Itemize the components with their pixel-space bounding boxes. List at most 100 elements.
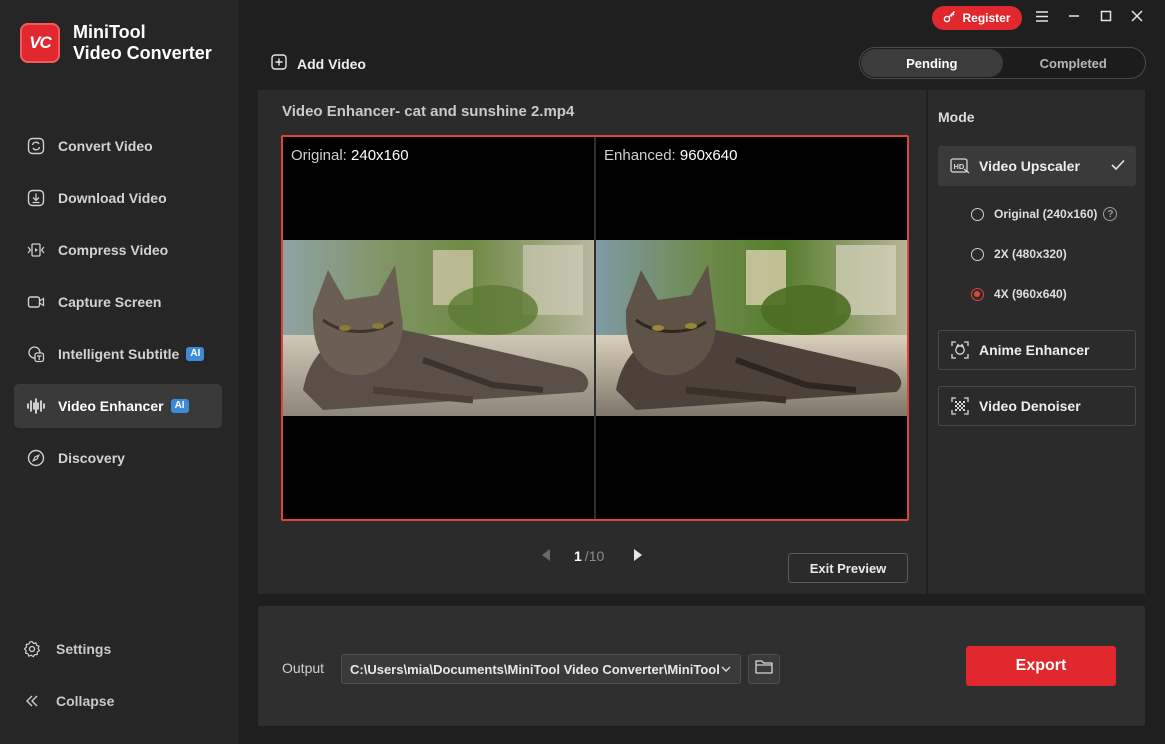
- radio-2x[interactable]: 2X (480x320): [971, 247, 1067, 261]
- radio-4x[interactable]: 4X (960x640): [971, 287, 1067, 301]
- maximize-icon: [1100, 9, 1112, 27]
- minimize-icon: [1068, 9, 1080, 27]
- anime-enhancer-label: Anime Enhancer: [979, 342, 1090, 358]
- close-icon: [1131, 9, 1143, 27]
- anime-enhancer-option[interactable]: Anime Enhancer: [938, 330, 1136, 370]
- close-button[interactable]: [1125, 6, 1149, 30]
- sidebar-item-label: Intelligent Subtitle: [58, 346, 180, 362]
- original-pane: Original: 240x160: [283, 137, 594, 519]
- output-path-select[interactable]: C:\Users\mia\Documents\MiniTool Video Co…: [341, 654, 741, 684]
- folder-icon: [755, 659, 773, 679]
- next-page-button[interactable]: [634, 548, 643, 564]
- prev-page-button[interactable]: [542, 548, 550, 564]
- maximize-button[interactable]: [1094, 6, 1118, 30]
- browse-folder-button[interactable]: [748, 654, 780, 684]
- gear-icon: [22, 639, 42, 659]
- checkmark-icon: [1111, 158, 1125, 174]
- ai-badge: AI: [170, 399, 189, 413]
- sidebar-item-label: Download Video: [58, 190, 167, 206]
- sidebar-item-label: Capture Screen: [58, 294, 162, 310]
- menu-button[interactable]: [1030, 6, 1054, 30]
- enhanced-prefix: Enhanced:: [604, 147, 680, 164]
- pager: 1 / 10: [542, 548, 643, 564]
- enhanced-frame-image: [596, 240, 907, 416]
- original-label: Original: 240x160: [291, 147, 409, 164]
- export-button[interactable]: Export: [966, 646, 1116, 686]
- minimize-button[interactable]: [1062, 6, 1086, 30]
- radio-label: Original (240x160): [994, 207, 1098, 221]
- sidebar-item-video-enhancer[interactable]: Video Enhancer AI: [14, 384, 222, 428]
- app-name-line1: MiniTool: [73, 22, 146, 42]
- sidebar-nav: Convert Video Download Video Compress Vi…: [14, 124, 222, 488]
- logo-icon: VC: [20, 23, 60, 63]
- collapse-button[interactable]: Collapse: [22, 691, 222, 711]
- compass-icon: [26, 448, 46, 468]
- app-logo: VC MiniTool Video Converter: [20, 22, 212, 64]
- page-title: Video Enhancer- cat and sunshine 2.mp4: [282, 103, 575, 120]
- sidebar-item-compress-video[interactable]: Compress Video: [14, 228, 222, 272]
- radio-button[interactable]: [971, 247, 984, 261]
- help-icon[interactable]: ?: [1103, 207, 1118, 221]
- status-tabs: Pending Completed: [859, 47, 1146, 79]
- settings-button[interactable]: Settings: [22, 639, 222, 659]
- collapse-label: Collapse: [56, 693, 115, 709]
- comparison-preview: Original: 240x160 Enhanced: 960x640: [281, 135, 909, 521]
- video-upscaler-label: Video Upscaler: [979, 158, 1080, 174]
- waveform-icon: [26, 396, 46, 416]
- radio-button-selected[interactable]: [971, 287, 984, 301]
- sidebar-item-discovery[interactable]: Discovery: [14, 436, 222, 480]
- output-label: Output: [282, 660, 325, 676]
- output-bar: Output C:\Users\mia\Documents\MiniTool V…: [258, 606, 1145, 726]
- svg-text:HD: HD: [954, 162, 965, 171]
- triangle-right-icon: [634, 549, 643, 561]
- download-icon: [26, 188, 46, 208]
- chevron-down-icon: [720, 663, 732, 678]
- settings-label: Settings: [56, 641, 112, 657]
- radio-label: 2X (480x320): [994, 247, 1067, 261]
- sidebar-item-label: Convert Video: [58, 138, 153, 154]
- app-name: MiniTool Video Converter: [73, 22, 212, 64]
- plus-square-icon: [271, 54, 287, 73]
- enhanced-resolution: 960x640: [679, 147, 738, 164]
- video-denoiser-option[interactable]: Video Denoiser: [938, 386, 1136, 426]
- convert-icon: [26, 136, 46, 156]
- ai-badge: AI: [186, 347, 205, 361]
- sidebar-item-capture-screen[interactable]: Capture Screen: [14, 280, 222, 324]
- tab-pending[interactable]: Pending: [861, 49, 1003, 77]
- compress-icon: [26, 240, 46, 260]
- exit-preview-button[interactable]: Exit Preview: [788, 553, 908, 583]
- sidebar-item-download-video[interactable]: Download Video: [14, 176, 222, 220]
- enhanced-pane: Enhanced: 960x640: [596, 137, 907, 519]
- tab-completed[interactable]: Completed: [1003, 49, 1145, 77]
- radio-original[interactable]: Original (240x160) ?: [971, 207, 1118, 221]
- radio-button[interactable]: [971, 207, 984, 221]
- sidebar-item-label: Discovery: [58, 450, 125, 466]
- video-upscaler-option[interactable]: HD Video Upscaler: [938, 146, 1136, 186]
- anime-icon: [950, 340, 970, 360]
- sidebar-item-convert-video[interactable]: Convert Video: [14, 124, 222, 168]
- preview-panel: Video Enhancer- cat and sunshine 2.mp4 O…: [258, 90, 926, 594]
- output-path-value: C:\Users\mia\Documents\MiniTool Video Co…: [350, 661, 720, 677]
- register-button[interactable]: Register: [932, 6, 1022, 30]
- noise-icon: [950, 396, 970, 416]
- mode-panel: Mode HD Video Upscaler Original (240x160…: [928, 90, 1145, 594]
- mode-title: Mode: [938, 109, 975, 125]
- app-name-line2: Video Converter: [73, 43, 212, 63]
- triangle-left-icon: [542, 549, 550, 561]
- add-video-button[interactable]: Add Video: [271, 54, 366, 73]
- enhanced-label: Enhanced: 960x640: [604, 147, 737, 164]
- key-icon: [943, 10, 956, 26]
- sidebar: VC MiniTool Video Converter Convert Vide…: [0, 0, 238, 744]
- hd-icon: HD: [950, 156, 970, 176]
- subtitle-icon: [26, 344, 46, 364]
- current-page: 1: [574, 548, 582, 564]
- camera-icon: [26, 292, 46, 312]
- sidebar-item-label: Video Enhancer: [58, 398, 164, 414]
- total-pages: 10: [588, 548, 605, 564]
- sidebar-item-label: Compress Video: [58, 242, 169, 258]
- add-video-label: Add Video: [297, 55, 366, 72]
- sidebar-item-intelligent-subtitle[interactable]: Intelligent Subtitle AI: [14, 332, 222, 376]
- video-denoiser-label: Video Denoiser: [979, 398, 1081, 414]
- double-chevron-left-icon: [22, 691, 42, 711]
- original-resolution: 240x160: [351, 147, 409, 164]
